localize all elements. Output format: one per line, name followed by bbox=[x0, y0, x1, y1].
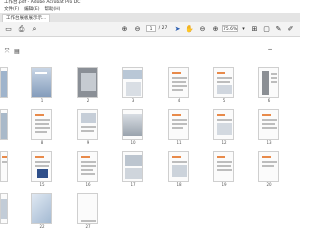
page-number: 10 bbox=[130, 140, 136, 145]
page-number: 1 bbox=[40, 98, 44, 103]
page-number: 11 bbox=[176, 140, 182, 145]
zoom-level[interactable]: 75.6% bbox=[222, 25, 238, 32]
page-thumbnail[interactable] bbox=[258, 109, 279, 140]
page-number: 22 bbox=[39, 224, 45, 229]
fit-page-icon[interactable]: ⊞ bbox=[250, 24, 259, 34]
document-tab[interactable]: 工作台展板展示示... bbox=[2, 14, 50, 22]
next-page-icon[interactable]: ⊖ bbox=[133, 24, 142, 34]
page-number: 6 bbox=[267, 98, 271, 103]
page-number: 15 bbox=[39, 182, 45, 187]
page-thumbnail[interactable] bbox=[168, 109, 189, 140]
page-thumbnail[interactable] bbox=[31, 151, 52, 182]
page-number: 17 bbox=[130, 182, 136, 187]
menu-help[interactable]: 帮助(H) bbox=[44, 6, 60, 13]
page-thumbnail[interactable] bbox=[168, 67, 189, 98]
thumbnail-view-icon[interactable]: ▤ bbox=[13, 47, 21, 57]
page-number: 4 bbox=[177, 98, 181, 103]
page-number: 3 bbox=[131, 98, 135, 103]
page-thumbnail[interactable] bbox=[168, 151, 189, 182]
page-thumbnail[interactable] bbox=[31, 193, 52, 224]
page-thumbnail[interactable] bbox=[31, 109, 52, 140]
page-thumbnail[interactable] bbox=[77, 109, 98, 140]
page-thumbnails-grid: 1 2 3 4 5 6 8 9 10 11 12 13 15 16 17 18 … bbox=[0, 63, 300, 250]
page-thumbnail[interactable] bbox=[0, 193, 8, 224]
page-thumbnail[interactable] bbox=[0, 67, 8, 98]
menu-file[interactable]: 文件(F) bbox=[4, 6, 19, 13]
page-thumbnail[interactable] bbox=[0, 109, 8, 140]
page-thumbnail[interactable] bbox=[77, 67, 98, 98]
page-number: 13 bbox=[266, 140, 272, 145]
page-total: / 27 bbox=[158, 26, 168, 31]
hand-tool-icon[interactable]: ✋ bbox=[185, 24, 194, 34]
pen-icon[interactable]: ✎ bbox=[274, 24, 283, 34]
menu-edit[interactable]: 编辑(E) bbox=[24, 6, 39, 13]
highlight-icon[interactable]: ✐ bbox=[286, 24, 295, 34]
page-thumbnail[interactable] bbox=[122, 109, 143, 140]
page-number: 5 bbox=[222, 98, 226, 103]
page-number: 12 bbox=[221, 140, 227, 145]
page-number: 2 bbox=[86, 98, 90, 103]
page-thumbnail[interactable] bbox=[77, 151, 98, 182]
menu-bar: 文件(F) 编辑(E) 帮助(H) bbox=[0, 6, 300, 13]
page-number-input[interactable]: 1 bbox=[146, 25, 156, 32]
page-number: 20 bbox=[266, 182, 272, 187]
zoom-out-thumbnails-icon[interactable]: − bbox=[266, 45, 274, 55]
thumbnail-toolbar: ⤧ ▤ − bbox=[0, 37, 300, 91]
page-number: 8 bbox=[40, 140, 44, 145]
main-toolbar: ▭ ⎙ ⌕ ⊕ ⊖ 1 / 27 ➤ ✋ ⊖ ⊕ 75.6% ▾ ⊞ ▢ ✎ ✐ bbox=[0, 22, 300, 37]
zoom-in-icon[interactable]: ⊕ bbox=[211, 24, 220, 34]
save-icon[interactable]: ▭ bbox=[4, 24, 13, 34]
page-thumbnail[interactable] bbox=[213, 151, 234, 182]
page-number: 19 bbox=[221, 182, 227, 187]
select-tool-icon[interactable]: ➤ bbox=[173, 24, 182, 34]
page-thumbnail[interactable] bbox=[258, 151, 279, 182]
comment-icon[interactable]: ▢ bbox=[262, 24, 271, 34]
zoom-dropdown-icon[interactable]: ▾ bbox=[240, 24, 247, 34]
previous-page-icon[interactable]: ⊕ bbox=[120, 24, 129, 34]
page-thumbnail[interactable] bbox=[258, 67, 279, 98]
page-number: 18 bbox=[176, 182, 182, 187]
zoom-out-icon[interactable]: ⊖ bbox=[198, 24, 207, 34]
page-thumbnail[interactable] bbox=[77, 193, 98, 224]
page-thumbnail[interactable] bbox=[31, 67, 52, 98]
organize-pages-icon[interactable]: ⤧ bbox=[3, 47, 11, 57]
page-number: 27 bbox=[85, 224, 91, 229]
search-icon[interactable]: ⌕ bbox=[30, 24, 39, 34]
print-icon[interactable]: ⎙ bbox=[17, 24, 26, 34]
page-thumbnail[interactable] bbox=[122, 67, 143, 98]
page-thumbnail[interactable] bbox=[0, 151, 8, 182]
page-thumbnail[interactable] bbox=[213, 67, 234, 98]
page-number: 9 bbox=[86, 140, 90, 145]
page-thumbnail[interactable] bbox=[213, 109, 234, 140]
page-number: 16 bbox=[85, 182, 91, 187]
page-thumbnail[interactable] bbox=[122, 151, 143, 182]
